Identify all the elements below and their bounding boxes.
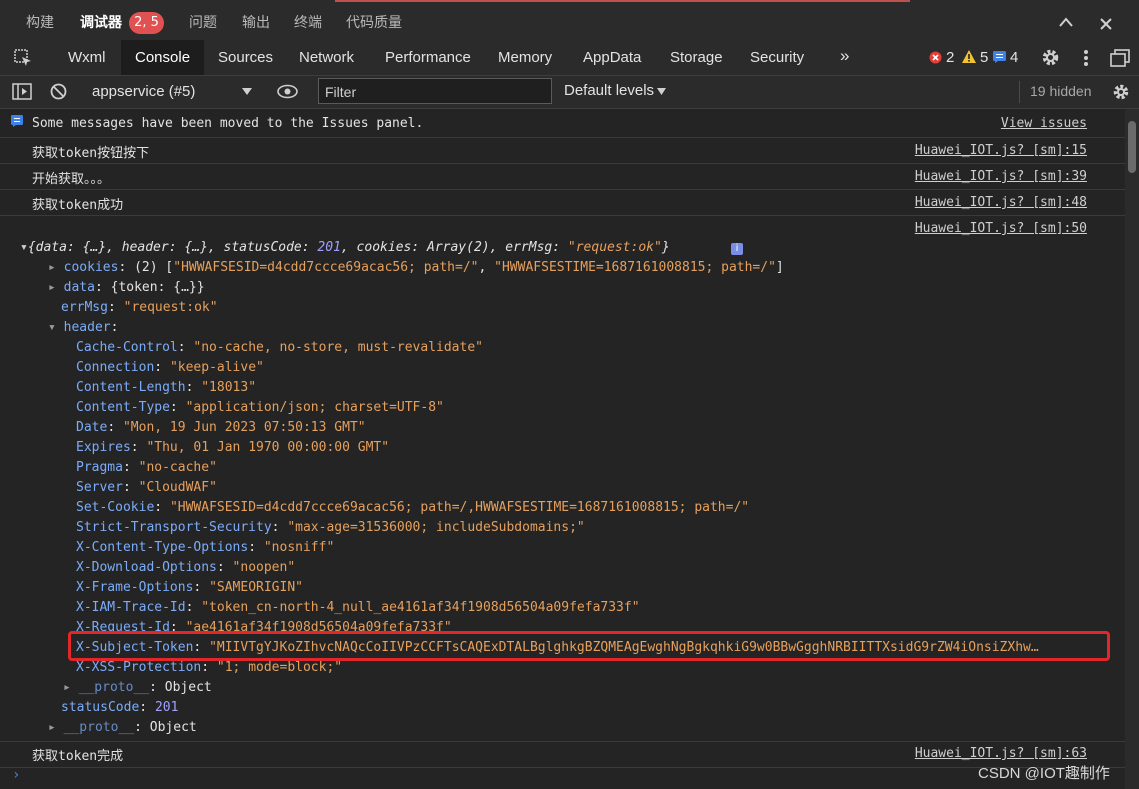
more-tabs-icon[interactable]: » [840,46,849,66]
header-field: Content-Type: "application/json; charset… [76,400,444,415]
tab-sources[interactable]: Sources [218,49,273,66]
tab-network[interactable]: Network [299,49,354,66]
console-settings-icon[interactable] [1112,83,1130,101]
log-row: 获取token成功 Huawei_IOT.js? [sm]:48 [0,190,1125,216]
toolbar-divider [1019,81,1020,103]
chevron-up-icon[interactable] [1059,17,1073,27]
collapsed-arrow-icon[interactable]: ▸ [63,680,71,695]
inspect-element-icon[interactable] [14,49,32,67]
collapsed-arrow-icon[interactable]: ▸ [48,280,56,295]
object-summary[interactable]: ▾{data: {…}, header: {…}, statusCode: 20… [20,240,670,255]
header-field: Expires: "Thu, 01 Jan 1970 00:00:00 GMT" [76,440,390,455]
header-proto-entry[interactable]: ▸ __proto__: Object [63,680,212,695]
log-row: 获取token完成 Huawei_IOT.js? [sm]:63 [0,742,1125,768]
hidden-count: 19 hidden [1030,83,1092,99]
tab-build[interactable]: 构建 [26,12,54,32]
header-field: X-IAM-Trace-Id: "token_cn-north-4_null_a… [76,600,640,615]
tab-security[interactable]: Security [750,49,804,66]
header-field: X-Frame-Options: "SAMEORIGIN" [76,580,303,595]
log-message: 获取token完成 [32,749,124,764]
header-field: Connection: "keep-alive" [76,360,264,375]
statuscode-entry: statusCode: 201 [61,700,179,715]
info-count[interactable]: 4 [1010,49,1018,66]
warning-icon [962,50,976,63]
source-link[interactable]: Huawei_IOT.js? [sm]:50 [915,221,1087,236]
gear-icon[interactable] [1041,48,1060,67]
log-message: 获取token按钮按下 [32,146,150,161]
data-entry[interactable]: ▸ data: {token: {…}} [48,280,205,295]
expand-arrow-icon[interactable]: ▾ [20,240,28,255]
cookies-entry[interactable]: ▸ cookies: (2) ["HWWAFSESID=d4cdd7ccce69… [48,260,784,275]
context-selector[interactable]: appservice (#5) [92,83,195,100]
close-icon[interactable] [1100,18,1112,30]
top-accent-line [335,0,910,2]
log-levels-selector[interactable]: Default levels [564,82,654,99]
object-proto-entry[interactable]: ▸ __proto__: Object [48,720,197,735]
source-link[interactable]: Huawei_IOT.js? [sm]:39 [915,169,1087,184]
issues-notice-row: Some messages have been moved to the Iss… [0,109,1125,138]
debugger-count-badge: 2, 5 [129,12,164,34]
object-info-badge[interactable]: i [731,243,743,255]
sidebar-toggle-icon[interactable] [12,83,32,100]
header-field: Pragma: "no-cache" [76,460,217,475]
collapsed-arrow-icon[interactable]: ▸ [48,260,56,275]
levels-dropdown-icon[interactable] [657,88,666,95]
tab-appdata[interactable]: AppData [583,49,641,66]
tab-output[interactable]: 输出 [242,12,270,32]
dock-icon[interactable] [1110,49,1130,67]
log-row: 开始获取。。。 Huawei_IOT.js? [sm]:39 [0,164,1125,190]
header-field: Server: "CloudWAF" [76,480,217,495]
token-highlight-box [68,631,1110,661]
view-issues-link[interactable]: View issues [1001,116,1087,131]
object-log-row: Huawei_IOT.js? [sm]:50 ▾{data: {…}, head… [0,216,1125,742]
source-link[interactable]: Huawei_IOT.js? [sm]:63 [915,746,1087,761]
vertical-scrollbar[interactable] [1125,109,1139,789]
error-icon [929,51,942,64]
tab-memory[interactable]: Memory [498,49,552,66]
console-output: Some messages have been moved to the Iss… [0,109,1125,789]
error-count[interactable]: 2 [946,49,954,66]
header-field: Strict-Transport-Security: "max-age=3153… [76,520,585,535]
source-link[interactable]: Huawei_IOT.js? [sm]:15 [915,143,1087,158]
tab-performance[interactable]: Performance [385,49,471,66]
clear-console-icon[interactable] [50,83,67,100]
header-field: Cache-Control: "no-cache, no-store, must… [76,340,483,355]
eye-icon[interactable] [277,84,298,99]
panel-tabbar: 构建 调试器 2, 5 问题 输出 终端 代码质量 [0,0,1139,40]
errmsg-entry: errMsg: "request:ok" [61,300,218,315]
tab-terminal[interactable]: 终端 [294,12,322,32]
tab-problems[interactable]: 问题 [189,12,217,32]
scrollbar-thumb[interactable] [1128,121,1136,173]
log-row: 获取token按钮按下 Huawei_IOT.js? [sm]:15 [0,138,1125,164]
header-entry[interactable]: ▾ header: [48,320,118,335]
console-toolbar: appservice (#5) Filter Default levels 19… [0,76,1139,109]
log-message: 开始获取。。。 [32,172,111,187]
header-field: Set-Cookie: "HWWAFSESID=d4cdd7ccce69acac… [76,500,750,515]
info-message-icon [11,115,23,127]
devtools-tabbar: Wxml Console Sources Network Performance… [0,40,1139,76]
log-message: 获取token成功 [32,198,124,213]
header-field: X-Download-Options: "noopen" [76,560,296,575]
header-field: X-Content-Type-Options: "nosniff" [76,540,335,555]
collapsed-arrow-icon[interactable]: ▸ [48,720,56,735]
watermark: CSDN @IOT趣制作 [978,765,1110,782]
dropdown-arrow-icon[interactable] [242,88,252,95]
more-options-icon[interactable] [1083,49,1089,67]
console-prompt-icon[interactable]: › [12,767,20,783]
filter-input[interactable]: Filter [318,78,552,104]
expand-arrow-icon[interactable]: ▾ [48,320,56,335]
source-link[interactable]: Huawei_IOT.js? [sm]:48 [915,195,1087,210]
header-field: Date: "Mon, 19 Jun 2023 07:50:13 GMT" [76,420,366,435]
issues-notice-text: Some messages have been moved to the Iss… [32,116,424,131]
header-field: Content-Length: "18013" [76,380,257,395]
tab-debugger[interactable]: 调试器 [80,12,122,32]
tab-code-quality[interactable]: 代码质量 [346,12,402,32]
header-field: X-XSS-Protection: "1; mode=block;" [76,660,343,675]
tab-console[interactable]: Console [121,40,205,75]
tab-storage[interactable]: Storage [670,49,723,66]
info-message-icon [993,51,1006,63]
warning-count[interactable]: 5 [980,49,988,66]
tab-wxml[interactable]: Wxml [68,49,106,66]
